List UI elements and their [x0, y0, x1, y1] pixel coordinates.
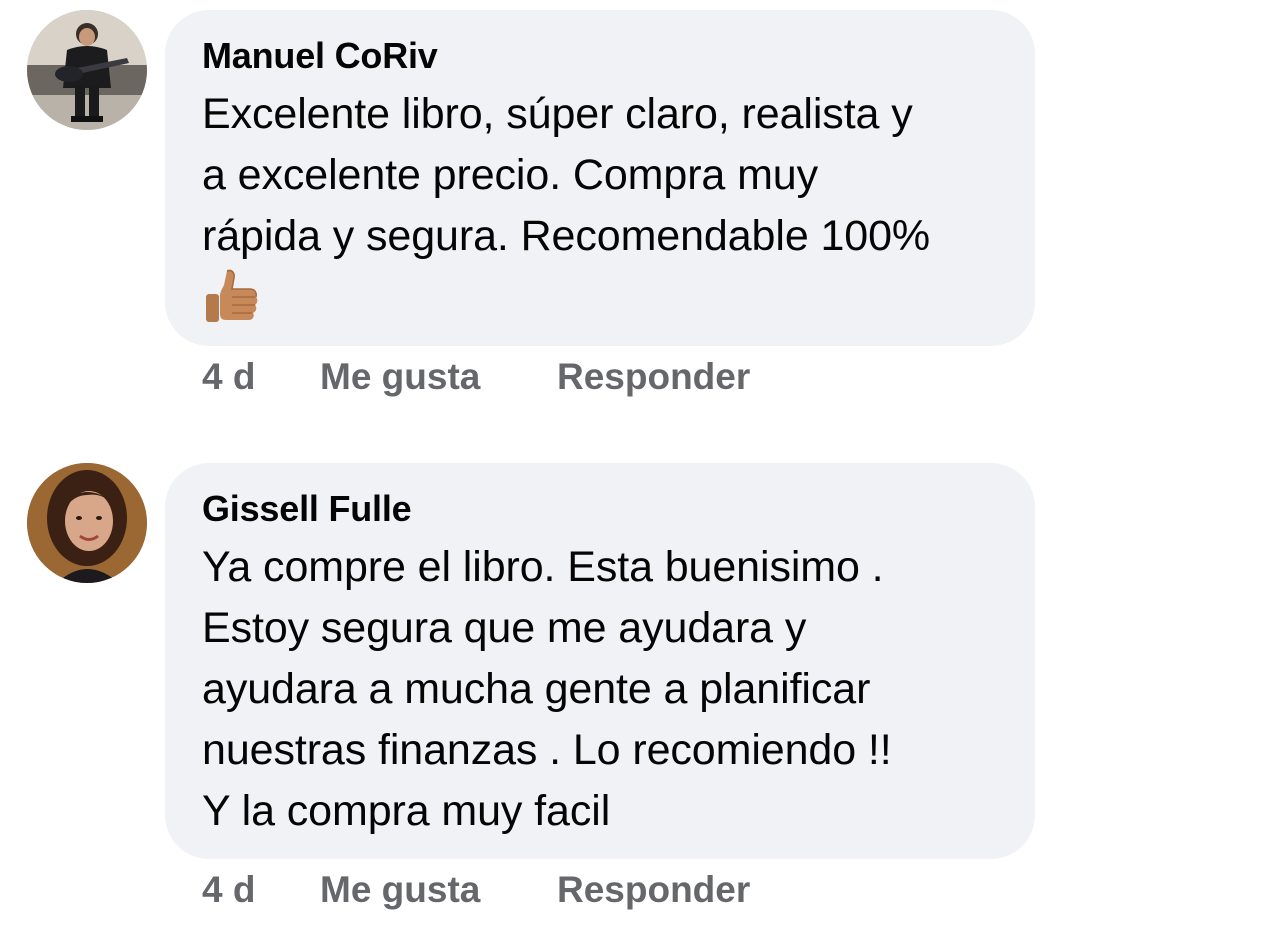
like-button[interactable]: Me gusta: [320, 355, 480, 399]
person-with-guitar-avatar: [27, 10, 147, 130]
comment-bubble: Manuel CoRiv Excelente libro, súper clar…: [165, 10, 1035, 346]
comment-text: Ya compre el libro. Esta buenisimo . Est…: [202, 537, 999, 842]
comment-text-line: rápida y segura. Recomendable 100%: [202, 212, 931, 260]
comment-author[interactable]: Manuel CoRiv: [202, 34, 999, 78]
woman-portrait-avatar: [27, 463, 147, 583]
comment-text: Excelente libro, súper claro, realista y…: [202, 84, 999, 328]
comment-time[interactable]: 4 d: [202, 355, 255, 399]
comment-text-line: Excelente libro, súper claro, realista y: [202, 90, 913, 138]
comment-text-line: ayudara a mucha gente a planificar: [202, 665, 871, 713]
comment-time[interactable]: 4 d: [202, 868, 255, 912]
comment-text-line: Ya compre el libro. Esta buenisimo .: [202, 543, 884, 591]
comment-author[interactable]: Gissell Fulle: [202, 487, 999, 531]
comment-text-line: Estoy segura que me ayudara y: [202, 604, 807, 652]
comment-bubble: Gissell Fulle Ya compre el libro. Esta b…: [165, 463, 1035, 859]
avatar[interactable]: [27, 463, 147, 583]
avatar[interactable]: [27, 10, 147, 130]
comment-text-line: Y la compra muy facil: [202, 787, 611, 835]
like-button[interactable]: Me gusta: [320, 868, 480, 912]
comment-text-line: a excelente precio. Compra muy: [202, 151, 819, 199]
reply-button[interactable]: Responder: [557, 355, 750, 399]
comment-text-line: nuestras finanzas . Lo recomiendo !!: [202, 726, 892, 774]
reply-button[interactable]: Responder: [557, 868, 750, 912]
thumbs-up-icon: [206, 269, 258, 322]
